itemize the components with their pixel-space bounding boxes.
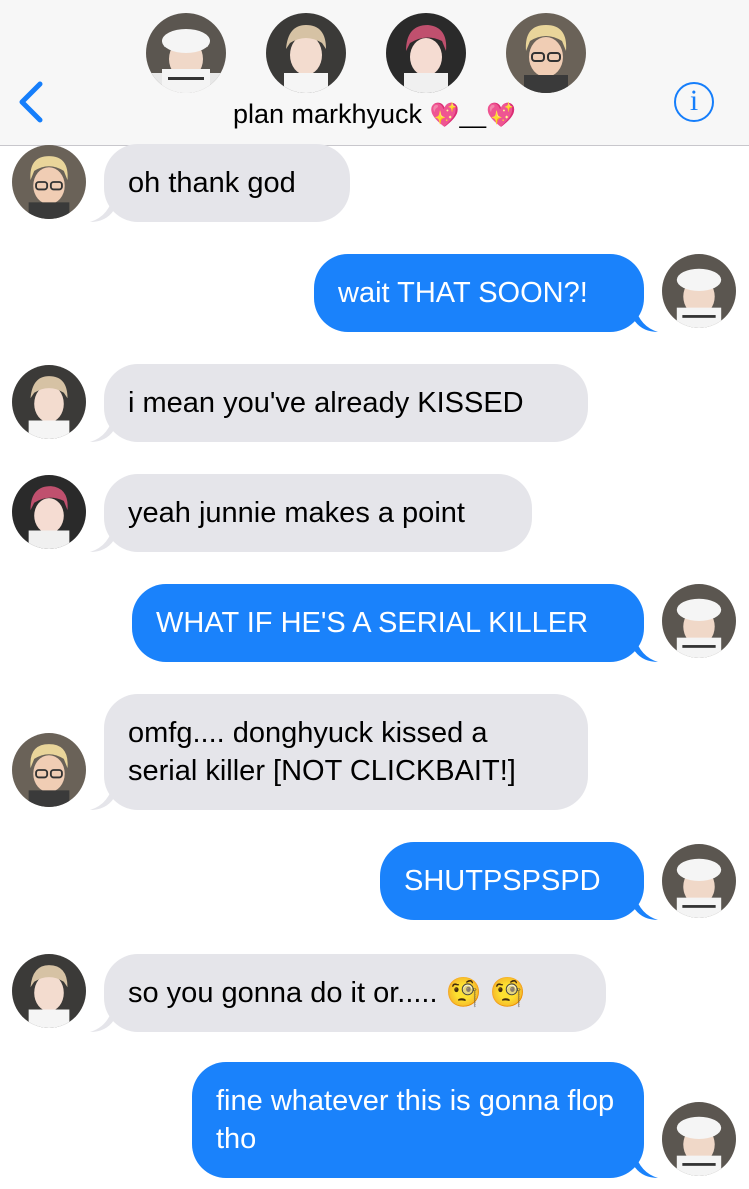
message-bubble-incoming[interactable]: so you gonna do it or..... 🧐 🧐 [104, 954, 606, 1032]
message-text: wait THAT SOON?! [338, 277, 588, 309]
group-member-avatar-cap[interactable] [146, 13, 226, 93]
message-bubble-outgoing[interactable]: SHUTPSPSPD [380, 842, 644, 920]
sender-avatar-me[interactable] [662, 844, 736, 918]
sender-avatar-pink[interactable] [12, 475, 86, 549]
sender-avatar-brunette[interactable] [12, 365, 86, 439]
message-bubble-outgoing[interactable]: wait THAT SOON?! [314, 254, 644, 332]
group-name-label: plan markhyuck [232, 99, 423, 129]
bubble-tail [634, 632, 658, 662]
sender-avatar-blond[interactable] [12, 145, 86, 219]
message-bubble-outgoing[interactable]: fine whatever this is gonna flop tho [192, 1062, 644, 1178]
message-text: yeah junnie makes a point [128, 497, 465, 529]
message-bubble-incoming[interactable]: yeah junnie makes a point [104, 474, 532, 552]
message-text: SHUTPSPSPD [404, 865, 601, 897]
sender-avatar-brunette[interactable] [12, 954, 86, 1028]
message-bubble-incoming[interactable]: omfg.... donghyuck kissed a serial kille… [104, 694, 588, 810]
conversation-header: plan markhyuck 💖__💖 i [0, 0, 749, 146]
message-text: WHAT IF HE'S A SERIAL KILLER [156, 607, 589, 639]
bubble-tail [634, 1148, 658, 1178]
bubble-tail [634, 302, 658, 332]
group-name[interactable]: plan markhyuck 💖__💖 [0, 96, 749, 134]
info-button[interactable]: i [674, 82, 714, 122]
group-member-avatar-pink[interactable] [386, 13, 466, 93]
message-bubble-outgoing[interactable]: WHAT IF HE'S A SERIAL KILLER [132, 584, 644, 662]
group-name-emoji: 💖__💖 [429, 102, 517, 129]
group-member-avatar-brunette[interactable] [266, 13, 346, 93]
sender-avatar-me[interactable] [662, 1102, 736, 1176]
message-text: fine whatever this is gonna flop tho [216, 1085, 615, 1155]
group-member-avatar-blond[interactable] [506, 13, 586, 93]
sender-avatar-me[interactable] [662, 584, 736, 658]
message-text: so you gonna do it or..... 🧐 🧐 [128, 977, 526, 1009]
message-text: i mean you've already KISSED [128, 387, 524, 419]
message-bubble-incoming[interactable]: oh thank god [104, 144, 350, 222]
bubble-tail [634, 890, 658, 920]
message-bubble-incoming[interactable]: i mean you've already KISSED [104, 364, 588, 442]
sender-avatar-blond[interactable] [12, 733, 86, 807]
message-text: oh thank god [128, 167, 296, 199]
info-icon: i [689, 84, 699, 117]
message-text: omfg.... donghyuck kissed a serial kille… [128, 717, 516, 787]
sender-avatar-me[interactable] [662, 254, 736, 328]
